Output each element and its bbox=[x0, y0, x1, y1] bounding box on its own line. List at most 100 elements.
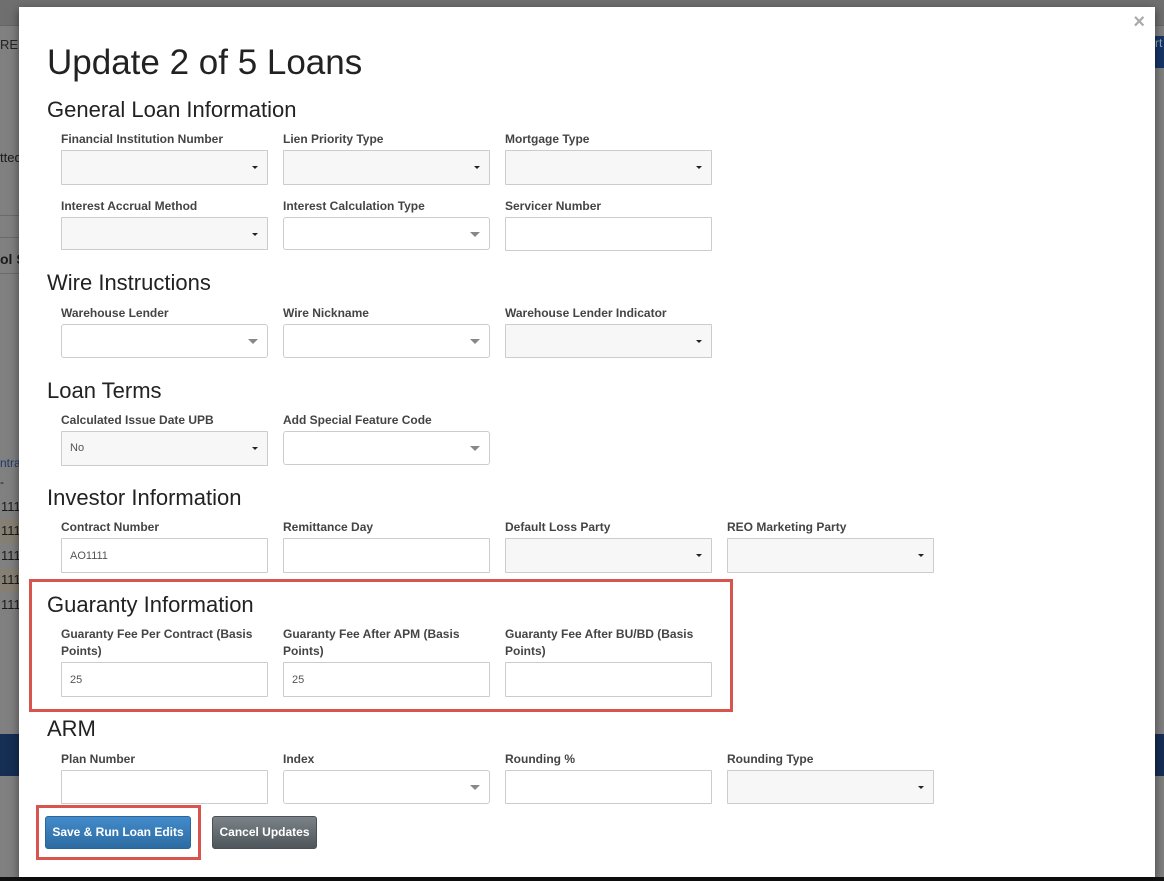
background-bottom-bar bbox=[0, 877, 1164, 881]
section-title-arm: ARM bbox=[47, 716, 96, 741]
background-table-row: 111 bbox=[1, 499, 21, 514]
financial-institution-number-select[interactable] bbox=[61, 150, 268, 185]
caret-down-icon bbox=[696, 340, 702, 343]
field-label: Rounding % bbox=[505, 752, 575, 766]
select-value: No bbox=[70, 442, 85, 454]
field-label: Lien Priority Type bbox=[283, 132, 384, 146]
index-select[interactable] bbox=[283, 770, 490, 804]
caret-down-icon bbox=[252, 233, 258, 236]
section-title-investor: Investor Information bbox=[47, 485, 242, 510]
guaranty-fee-per-contract-field: Guaranty Fee Per Contract (Basis Points) bbox=[61, 626, 268, 697]
remittance-day-field: Remittance Day bbox=[283, 519, 490, 573]
background-table-row: 111 bbox=[0, 519, 21, 543]
section-title-wire: Wire Instructions bbox=[47, 270, 211, 295]
index-field: Index bbox=[283, 751, 490, 804]
rounding-type-field: Rounding Type bbox=[727, 751, 934, 804]
update-loans-modal: × Update 2 of 5 Loans General Loan Infor… bbox=[19, 7, 1155, 877]
save-run-loan-edits-button[interactable]: Save & Run Loan Edits bbox=[45, 816, 191, 849]
caret-down-icon bbox=[696, 166, 702, 169]
triangle-down-icon bbox=[470, 446, 480, 451]
field-label: Financial Institution Number bbox=[61, 132, 224, 146]
background-button: rt bbox=[1155, 36, 1164, 68]
field-label: Remittance Day bbox=[283, 520, 374, 534]
field-label: Default Loss Party bbox=[505, 520, 611, 534]
lien-priority-type-select[interactable] bbox=[283, 150, 490, 185]
rounding-percent-input[interactable] bbox=[505, 770, 712, 804]
field-label: Guaranty Fee After BU/BD (Basis Points) bbox=[505, 627, 694, 658]
reo-marketing-party-select[interactable] bbox=[727, 538, 934, 573]
plan-number-field: Plan Number bbox=[61, 751, 268, 804]
guaranty-fee-after-bubd-input[interactable] bbox=[505, 662, 712, 697]
background-navy-bar bbox=[1155, 734, 1164, 776]
triangle-down-icon bbox=[470, 232, 480, 237]
caret-down-icon bbox=[474, 166, 480, 169]
remittance-day-input[interactable] bbox=[283, 538, 490, 573]
caret-down-icon bbox=[252, 447, 258, 450]
field-label: Index bbox=[283, 752, 315, 766]
guaranty-fee-per-contract-input[interactable] bbox=[61, 662, 268, 697]
background-text-fragment: RE bbox=[0, 37, 19, 52]
section-title-general: General Loan Information bbox=[47, 97, 297, 122]
modal-title: Update 2 of 5 Loans bbox=[47, 43, 363, 82]
background-navy-bar bbox=[0, 734, 19, 776]
rounding-percent-field: Rounding % bbox=[505, 751, 712, 804]
section-title-loan-terms: Loan Terms bbox=[47, 378, 162, 403]
background-text-fragment: - bbox=[0, 475, 4, 489]
field-label: REO Marketing Party bbox=[727, 520, 847, 534]
field-label: Guaranty Fee Per Contract (Basis Points) bbox=[61, 627, 253, 658]
warehouse-lender-field: Warehouse Lender bbox=[61, 305, 268, 358]
reo-marketing-party-field: REO Marketing Party bbox=[727, 519, 934, 573]
field-label: Servicer Number bbox=[505, 199, 602, 213]
field-label: Guaranty Fee After APM (Basis Points) bbox=[283, 627, 460, 658]
add-special-feature-code-select[interactable] bbox=[283, 431, 490, 465]
triangle-down-icon bbox=[470, 785, 480, 790]
servicer-number-field: Servicer Number bbox=[505, 198, 712, 251]
wire-nickname-select[interactable] bbox=[283, 324, 490, 358]
field-label: Interest Calculation Type bbox=[283, 199, 425, 213]
servicer-number-input[interactable] bbox=[505, 217, 712, 251]
mortgage-type-select[interactable] bbox=[505, 150, 712, 185]
cancel-updates-button[interactable]: Cancel Updates bbox=[212, 816, 317, 849]
field-label: Wire Nickname bbox=[283, 306, 369, 320]
field-label: Plan Number bbox=[61, 752, 136, 766]
close-icon[interactable]: × bbox=[1133, 12, 1145, 32]
background-table-row: 111 bbox=[1, 597, 21, 612]
field-label: Warehouse Lender bbox=[61, 306, 169, 320]
triangle-down-icon bbox=[248, 339, 258, 344]
caret-down-icon bbox=[252, 166, 258, 169]
guaranty-fee-after-apm-input[interactable] bbox=[283, 662, 490, 697]
background-table-row: 111 bbox=[1, 548, 21, 563]
contract-number-field: Contract Number bbox=[61, 519, 268, 573]
warehouse-lender-indicator-select[interactable] bbox=[505, 324, 712, 358]
field-label: Mortgage Type bbox=[505, 132, 590, 146]
interest-calculation-type-select[interactable] bbox=[283, 217, 490, 250]
contract-number-input[interactable] bbox=[61, 538, 268, 573]
financial-institution-number-field: Financial Institution Number bbox=[61, 131, 268, 185]
interest-accrual-method-field: Interest Accrual Method bbox=[61, 198, 268, 250]
caret-down-icon bbox=[918, 554, 924, 557]
background-divider bbox=[0, 215, 19, 216]
guaranty-fee-after-apm-field: Guaranty Fee After APM (Basis Points) bbox=[283, 626, 490, 697]
default-loss-party-field: Default Loss Party bbox=[505, 519, 712, 573]
caret-down-icon bbox=[918, 786, 924, 789]
interest-calculation-type-field: Interest Calculation Type bbox=[283, 198, 490, 250]
default-loss-party-select[interactable] bbox=[505, 538, 712, 573]
field-label: Calculated Issue Date UPB bbox=[61, 413, 214, 427]
interest-accrual-method-select[interactable] bbox=[61, 217, 268, 250]
triangle-down-icon bbox=[470, 339, 480, 344]
caret-down-icon bbox=[696, 554, 702, 557]
guaranty-fee-after-bubd-field: Guaranty Fee After BU/BD (Basis Points) bbox=[505, 626, 712, 697]
rounding-type-select[interactable] bbox=[727, 770, 934, 804]
background-table-row: 111 bbox=[0, 568, 21, 592]
section-title-guaranty: Guaranty Information bbox=[47, 592, 254, 617]
lien-priority-type-field: Lien Priority Type bbox=[283, 131, 490, 185]
field-label: Contract Number bbox=[61, 520, 160, 534]
calculated-issue-date-upb-select[interactable]: No bbox=[61, 431, 268, 466]
plan-number-input[interactable] bbox=[61, 770, 268, 804]
calculated-issue-date-upb-field: Calculated Issue Date UPB No bbox=[61, 412, 268, 466]
add-special-feature-code-field: Add Special Feature Code bbox=[283, 412, 490, 465]
field-label: Add Special Feature Code bbox=[283, 413, 432, 427]
background-divider bbox=[0, 273, 19, 274]
warehouse-lender-select[interactable] bbox=[61, 324, 268, 358]
warehouse-lender-indicator-field: Warehouse Lender Indicator bbox=[505, 305, 712, 358]
